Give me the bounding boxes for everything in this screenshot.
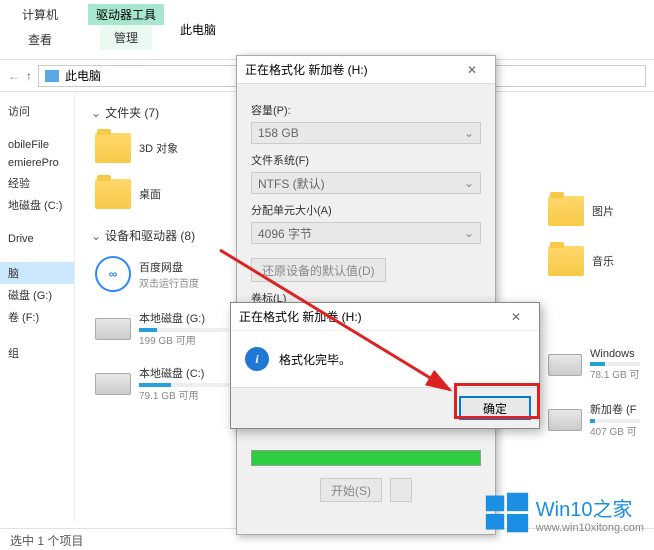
filesystem-label: 文件系统(F) xyxy=(251,152,481,168)
sidebar-item[interactable]: 访问 xyxy=(0,100,74,122)
capacity-select[interactable]: 158 GB ⌄ xyxy=(251,122,481,144)
sidebar-item[interactable]: emierePro xyxy=(0,154,74,172)
status-text: 选中 1 个项目 xyxy=(10,534,83,548)
format-dialog-body: 容量(P): 158 GB ⌄ 文件系统(F) NTFS (默认) ⌄ 分配单元… xyxy=(237,84,495,512)
drive-sublabel: 407 GB 可 xyxy=(590,423,640,438)
close-icon[interactable]: ✕ xyxy=(501,310,531,324)
ok-button[interactable]: 确定 xyxy=(459,396,531,420)
drive-label: 百度网盘 xyxy=(139,259,199,275)
watermark-brand: Win10之家 xyxy=(536,493,644,522)
pc-icon xyxy=(45,70,59,82)
close-icon[interactable]: ✕ xyxy=(457,63,487,77)
sidebar-item[interactable]: 组 xyxy=(0,342,74,364)
allocation-value: 4096 字节 xyxy=(258,225,312,242)
filesystem-select[interactable]: NTFS (默认) ⌄ xyxy=(251,172,481,194)
ribbon: 计算机 查看 驱动器工具 管理 此电脑 xyxy=(0,0,654,60)
drive-sublabel: 199 GB 可用 xyxy=(139,332,229,347)
nav-up-icon[interactable]: ↑ xyxy=(26,69,32,83)
drive-icon xyxy=(548,354,582,376)
window-title: 此电脑 xyxy=(180,21,216,38)
drive-label: 新加卷 (F xyxy=(590,401,640,417)
close-button[interactable] xyxy=(390,478,412,502)
drive-sublabel: 78.1 GB 可 xyxy=(590,366,640,381)
watermark-url: www.win10xitong.com xyxy=(536,522,644,534)
devices-header-label: 设备和驱动器 (8) xyxy=(105,227,195,244)
folder-icon xyxy=(95,179,131,209)
drive-label: 本地磁盘 (G:) xyxy=(139,310,229,326)
sidebar-item[interactable]: 地磁盘 (C:) xyxy=(0,194,74,216)
sidebar-item[interactable]: 磁盘 (G:) xyxy=(0,284,74,306)
folder-icon xyxy=(548,196,584,226)
drive-tools-label: 驱动器工具 xyxy=(88,4,164,25)
folder-label: 3D 对象 xyxy=(139,140,178,156)
tab-computer[interactable]: 计算机 xyxy=(8,2,72,27)
sidebar-item[interactable]: 经验 xyxy=(0,172,74,194)
message-box-actions: 确定 xyxy=(231,387,539,428)
windows-logo-icon xyxy=(484,490,530,536)
drive-icon xyxy=(95,373,131,395)
restore-defaults-button[interactable]: 还原设备的默认值(D) xyxy=(251,258,386,282)
drive-sublabel: 双击运行百度 xyxy=(139,275,199,290)
ribbon-tabs-left: 计算机 查看 xyxy=(0,0,80,59)
allocation-select[interactable]: 4096 字节 ⌄ xyxy=(251,222,481,244)
drive-label: 本地磁盘 (C:) xyxy=(139,365,229,381)
folder-label: 图片 xyxy=(592,203,614,219)
drive-icon xyxy=(95,318,131,340)
baidu-icon: ∞ xyxy=(95,256,131,292)
folder-item[interactable]: 图片 xyxy=(544,192,634,230)
folder-label: 桌面 xyxy=(139,186,161,202)
format-dialog-titlebar: 正在格式化 新加卷 (H:) ✕ xyxy=(237,56,495,84)
message-text: 格式化完毕。 xyxy=(279,351,351,368)
drive-icon xyxy=(548,409,582,431)
sidebar-item[interactable]: obileFile xyxy=(0,136,74,154)
format-dialog-actions: 开始(S) xyxy=(251,478,481,502)
message-box-title: 正在格式化 新加卷 (H:) xyxy=(239,308,362,325)
message-box-titlebar: 正在格式化 新加卷 (H:) ✕ xyxy=(231,303,539,331)
ribbon-title: 此电脑 xyxy=(172,0,224,59)
drive-label: Windows xyxy=(590,348,640,360)
progress-bar xyxy=(251,450,481,466)
chevron-down-icon: ⌄ xyxy=(91,229,101,243)
folder-icon xyxy=(548,246,584,276)
right-column: 图片 音乐 Windows 78.1 GB 可 xyxy=(544,192,644,442)
sidebar-item[interactable]: 卷 (F:) xyxy=(0,306,74,328)
info-icon: i xyxy=(245,347,269,371)
sidebar-item[interactable]: Drive xyxy=(0,230,74,248)
folders-header-label: 文件夹 (7) xyxy=(105,104,159,121)
tab-view[interactable]: 查看 xyxy=(14,27,66,52)
drive-item[interactable]: 新加卷 (F 407 GB 可 xyxy=(544,397,644,442)
chevron-down-icon: ⌄ xyxy=(464,126,474,140)
nav-back-icon[interactable]: ← xyxy=(8,69,20,83)
sidebar: 访问 obileFile emierePro 经验 地磁盘 (C:) Drive… xyxy=(0,92,75,522)
message-box: 正在格式化 新加卷 (H:) ✕ i 格式化完毕。 确定 xyxy=(230,302,540,429)
folder-label: 音乐 xyxy=(592,253,614,269)
start-button[interactable]: 开始(S) xyxy=(320,478,382,502)
chevron-down-icon: ⌄ xyxy=(464,226,474,240)
manage-button[interactable]: 管理 xyxy=(100,25,152,50)
message-box-body: i 格式化完毕。 xyxy=(231,331,539,387)
chevron-down-icon: ⌄ xyxy=(464,176,474,190)
folder-item[interactable]: 音乐 xyxy=(544,242,634,280)
ribbon-drive-tools: 驱动器工具 管理 xyxy=(80,0,172,59)
breadcrumb[interactable]: 此电脑 xyxy=(65,67,101,84)
capacity-value: 158 GB xyxy=(258,126,299,140)
format-dialog: 正在格式化 新加卷 (H:) ✕ 容量(P): 158 GB ⌄ 文件系统(F)… xyxy=(236,55,496,535)
watermark: Win10之家 www.win10xitong.com xyxy=(484,490,644,536)
allocation-label: 分配单元大小(A) xyxy=(251,202,481,218)
filesystem-value: NTFS (默认) xyxy=(258,175,325,192)
sidebar-item-selected[interactable]: 脑 xyxy=(0,262,74,284)
drive-sublabel: 79.1 GB 可用 xyxy=(139,387,229,402)
chevron-down-icon: ⌄ xyxy=(91,106,101,120)
format-dialog-title: 正在格式化 新加卷 (H:) xyxy=(245,61,368,78)
folder-icon xyxy=(95,133,131,163)
capacity-label: 容量(P): xyxy=(251,102,481,118)
drive-item[interactable]: Windows 78.1 GB 可 xyxy=(544,344,644,385)
